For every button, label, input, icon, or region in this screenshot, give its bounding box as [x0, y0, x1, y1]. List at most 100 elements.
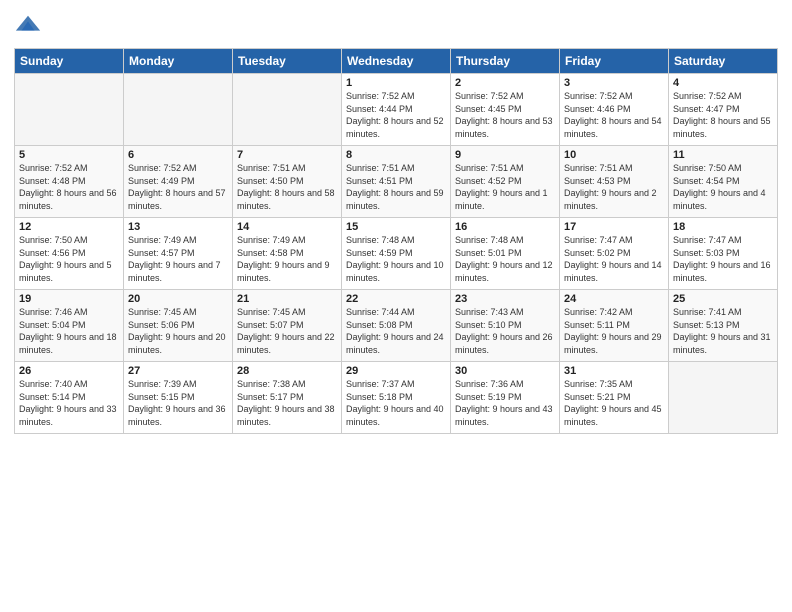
day-info: Sunrise: 7:51 AM Sunset: 4:53 PM Dayligh…	[564, 162, 664, 212]
day-info: Sunrise: 7:38 AM Sunset: 5:17 PM Dayligh…	[237, 378, 337, 428]
calendar-cell	[233, 74, 342, 146]
day-info: Sunrise: 7:47 AM Sunset: 5:03 PM Dayligh…	[673, 234, 773, 284]
calendar-cell: 24Sunrise: 7:42 AM Sunset: 5:11 PM Dayli…	[560, 290, 669, 362]
day-number: 22	[346, 293, 446, 305]
day-number: 1	[346, 77, 446, 89]
day-number: 17	[564, 221, 664, 233]
logo	[14, 12, 46, 40]
week-row-5: 26Sunrise: 7:40 AM Sunset: 5:14 PM Dayli…	[15, 362, 778, 434]
day-info: Sunrise: 7:51 AM Sunset: 4:52 PM Dayligh…	[455, 162, 555, 212]
day-number: 27	[128, 365, 228, 377]
weekday-header-tuesday: Tuesday	[233, 49, 342, 74]
day-info: Sunrise: 7:45 AM Sunset: 5:06 PM Dayligh…	[128, 306, 228, 356]
weekday-header-thursday: Thursday	[451, 49, 560, 74]
calendar-cell: 30Sunrise: 7:36 AM Sunset: 5:19 PM Dayli…	[451, 362, 560, 434]
day-number: 15	[346, 221, 446, 233]
day-info: Sunrise: 7:42 AM Sunset: 5:11 PM Dayligh…	[564, 306, 664, 356]
calendar-cell: 31Sunrise: 7:35 AM Sunset: 5:21 PM Dayli…	[560, 362, 669, 434]
day-info: Sunrise: 7:40 AM Sunset: 5:14 PM Dayligh…	[19, 378, 119, 428]
calendar-cell: 5Sunrise: 7:52 AM Sunset: 4:48 PM Daylig…	[15, 146, 124, 218]
day-number: 12	[19, 221, 119, 233]
calendar-cell: 19Sunrise: 7:46 AM Sunset: 5:04 PM Dayli…	[15, 290, 124, 362]
calendar-cell: 12Sunrise: 7:50 AM Sunset: 4:56 PM Dayli…	[15, 218, 124, 290]
day-info: Sunrise: 7:49 AM Sunset: 4:57 PM Dayligh…	[128, 234, 228, 284]
calendar-cell: 10Sunrise: 7:51 AM Sunset: 4:53 PM Dayli…	[560, 146, 669, 218]
calendar-cell: 7Sunrise: 7:51 AM Sunset: 4:50 PM Daylig…	[233, 146, 342, 218]
day-number: 6	[128, 149, 228, 161]
weekday-header-wednesday: Wednesday	[342, 49, 451, 74]
day-info: Sunrise: 7:35 AM Sunset: 5:21 PM Dayligh…	[564, 378, 664, 428]
day-info: Sunrise: 7:39 AM Sunset: 5:15 PM Dayligh…	[128, 378, 228, 428]
day-number: 18	[673, 221, 773, 233]
week-row-2: 5Sunrise: 7:52 AM Sunset: 4:48 PM Daylig…	[15, 146, 778, 218]
day-info: Sunrise: 7:48 AM Sunset: 5:01 PM Dayligh…	[455, 234, 555, 284]
calendar-cell: 26Sunrise: 7:40 AM Sunset: 5:14 PM Dayli…	[15, 362, 124, 434]
day-number: 24	[564, 293, 664, 305]
day-number: 3	[564, 77, 664, 89]
day-number: 14	[237, 221, 337, 233]
calendar-cell: 27Sunrise: 7:39 AM Sunset: 5:15 PM Dayli…	[124, 362, 233, 434]
day-info: Sunrise: 7:44 AM Sunset: 5:08 PM Dayligh…	[346, 306, 446, 356]
day-info: Sunrise: 7:51 AM Sunset: 4:51 PM Dayligh…	[346, 162, 446, 212]
logo-icon	[14, 12, 42, 40]
calendar-cell: 11Sunrise: 7:50 AM Sunset: 4:54 PM Dayli…	[669, 146, 778, 218]
week-row-3: 12Sunrise: 7:50 AM Sunset: 4:56 PM Dayli…	[15, 218, 778, 290]
day-number: 5	[19, 149, 119, 161]
calendar-cell: 17Sunrise: 7:47 AM Sunset: 5:02 PM Dayli…	[560, 218, 669, 290]
day-number: 16	[455, 221, 555, 233]
calendar-cell	[669, 362, 778, 434]
day-info: Sunrise: 7:52 AM Sunset: 4:44 PM Dayligh…	[346, 90, 446, 140]
calendar-cell: 8Sunrise: 7:51 AM Sunset: 4:51 PM Daylig…	[342, 146, 451, 218]
day-number: 2	[455, 77, 555, 89]
calendar-cell: 29Sunrise: 7:37 AM Sunset: 5:18 PM Dayli…	[342, 362, 451, 434]
header	[14, 12, 778, 40]
day-info: Sunrise: 7:41 AM Sunset: 5:13 PM Dayligh…	[673, 306, 773, 356]
day-number: 8	[346, 149, 446, 161]
day-info: Sunrise: 7:50 AM Sunset: 4:56 PM Dayligh…	[19, 234, 119, 284]
day-info: Sunrise: 7:50 AM Sunset: 4:54 PM Dayligh…	[673, 162, 773, 212]
day-info: Sunrise: 7:36 AM Sunset: 5:19 PM Dayligh…	[455, 378, 555, 428]
calendar-cell: 2Sunrise: 7:52 AM Sunset: 4:45 PM Daylig…	[451, 74, 560, 146]
day-number: 4	[673, 77, 773, 89]
weekday-header-friday: Friday	[560, 49, 669, 74]
calendar-cell: 23Sunrise: 7:43 AM Sunset: 5:10 PM Dayli…	[451, 290, 560, 362]
day-number: 28	[237, 365, 337, 377]
calendar-cell: 4Sunrise: 7:52 AM Sunset: 4:47 PM Daylig…	[669, 74, 778, 146]
day-number: 11	[673, 149, 773, 161]
week-row-1: 1Sunrise: 7:52 AM Sunset: 4:44 PM Daylig…	[15, 74, 778, 146]
day-number: 25	[673, 293, 773, 305]
calendar-cell: 16Sunrise: 7:48 AM Sunset: 5:01 PM Dayli…	[451, 218, 560, 290]
day-info: Sunrise: 7:52 AM Sunset: 4:48 PM Dayligh…	[19, 162, 119, 212]
calendar-cell: 9Sunrise: 7:51 AM Sunset: 4:52 PM Daylig…	[451, 146, 560, 218]
day-number: 30	[455, 365, 555, 377]
calendar-cell	[124, 74, 233, 146]
calendar-cell: 15Sunrise: 7:48 AM Sunset: 4:59 PM Dayli…	[342, 218, 451, 290]
day-info: Sunrise: 7:52 AM Sunset: 4:49 PM Dayligh…	[128, 162, 228, 212]
calendar-cell: 6Sunrise: 7:52 AM Sunset: 4:49 PM Daylig…	[124, 146, 233, 218]
day-info: Sunrise: 7:45 AM Sunset: 5:07 PM Dayligh…	[237, 306, 337, 356]
calendar-table: SundayMondayTuesdayWednesdayThursdayFrid…	[14, 48, 778, 434]
day-number: 10	[564, 149, 664, 161]
weekday-header-monday: Monday	[124, 49, 233, 74]
day-info: Sunrise: 7:51 AM Sunset: 4:50 PM Dayligh…	[237, 162, 337, 212]
day-info: Sunrise: 7:47 AM Sunset: 5:02 PM Dayligh…	[564, 234, 664, 284]
calendar-cell: 3Sunrise: 7:52 AM Sunset: 4:46 PM Daylig…	[560, 74, 669, 146]
day-number: 9	[455, 149, 555, 161]
day-info: Sunrise: 7:52 AM Sunset: 4:47 PM Dayligh…	[673, 90, 773, 140]
day-info: Sunrise: 7:49 AM Sunset: 4:58 PM Dayligh…	[237, 234, 337, 284]
calendar-cell: 21Sunrise: 7:45 AM Sunset: 5:07 PM Dayli…	[233, 290, 342, 362]
page: SundayMondayTuesdayWednesdayThursdayFrid…	[0, 0, 792, 612]
day-number: 29	[346, 365, 446, 377]
calendar-cell: 14Sunrise: 7:49 AM Sunset: 4:58 PM Dayli…	[233, 218, 342, 290]
day-info: Sunrise: 7:52 AM Sunset: 4:46 PM Dayligh…	[564, 90, 664, 140]
day-info: Sunrise: 7:48 AM Sunset: 4:59 PM Dayligh…	[346, 234, 446, 284]
day-number: 26	[19, 365, 119, 377]
weekday-header-saturday: Saturday	[669, 49, 778, 74]
day-info: Sunrise: 7:52 AM Sunset: 4:45 PM Dayligh…	[455, 90, 555, 140]
day-number: 21	[237, 293, 337, 305]
calendar-cell: 20Sunrise: 7:45 AM Sunset: 5:06 PM Dayli…	[124, 290, 233, 362]
calendar-cell: 28Sunrise: 7:38 AM Sunset: 5:17 PM Dayli…	[233, 362, 342, 434]
weekday-header-row: SundayMondayTuesdayWednesdayThursdayFrid…	[15, 49, 778, 74]
calendar-cell: 25Sunrise: 7:41 AM Sunset: 5:13 PM Dayli…	[669, 290, 778, 362]
day-number: 20	[128, 293, 228, 305]
